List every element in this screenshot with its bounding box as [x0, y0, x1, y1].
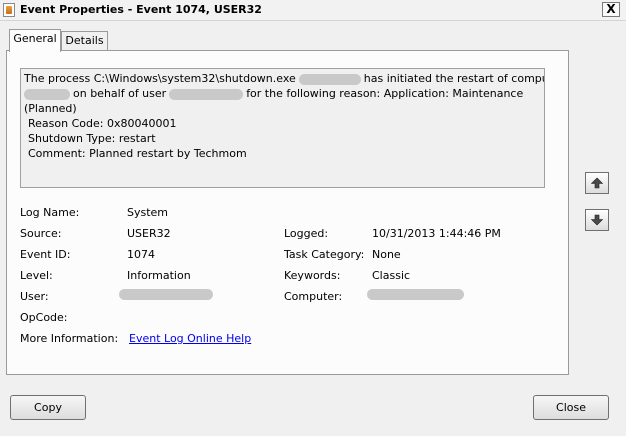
keywords-value: Classic — [372, 269, 411, 282]
description-line-3: (Planned) — [24, 102, 77, 115]
description-line-2: on behalf of user for the following reaso… — [24, 86, 541, 101]
description-text: on behalf of user — [73, 87, 167, 100]
tab-general[interactable]: General — [9, 29, 61, 52]
computer-label: Computer: — [284, 290, 343, 303]
window-title: Event Properties - Event 1074, USER32 — [20, 3, 262, 16]
description-text: has initiated the restart of computer — [363, 72, 545, 85]
level-label: Level: — [20, 269, 53, 282]
reason-code: Reason Code: 0x80040001 — [28, 117, 177, 130]
keywords-label: Keywords: — [284, 269, 341, 282]
title-bar: Event Properties - Event 1074, USER32 X — [0, 0, 626, 21]
user-label: User: — [20, 290, 49, 303]
redacted-text — [298, 73, 361, 85]
comment: Comment: Planned restart by Techmom — [28, 147, 247, 160]
close-button[interactable]: Close — [533, 395, 609, 420]
logged-value: 10/31/2013 1:44:46 PM — [372, 227, 501, 240]
opcode-label: OpCode: — [20, 311, 68, 324]
task-category-label: Task Category: — [284, 248, 365, 261]
event-log-online-help-link[interactable]: Event Log Online Help — [129, 332, 251, 345]
log-name-label: Log Name: — [20, 206, 80, 219]
source-value: USER32 — [127, 227, 171, 240]
task-category-value: None — [372, 248, 401, 261]
event-description: The process C:\Windows\system32\shutdown… — [20, 68, 545, 188]
description-text: for the following reason: Application: M… — [246, 87, 524, 100]
down-arrow-icon — [590, 214, 604, 226]
tab-details[interactable]: Details — [61, 31, 108, 51]
user-value-redacted — [119, 289, 213, 300]
event-id-value: 1074 — [127, 248, 155, 261]
computer-value-redacted — [367, 289, 464, 300]
redacted-text — [24, 88, 70, 100]
window-close-button[interactable]: X — [602, 2, 620, 17]
redacted-text — [169, 88, 244, 100]
description-line-1: The process C:\Windows\system32\shutdown… — [24, 71, 544, 86]
description-text: The process C:\Windows\system32\shutdown… — [24, 72, 296, 85]
previous-event-button[interactable] — [585, 172, 609, 194]
logged-label: Logged: — [284, 227, 329, 240]
next-event-button[interactable] — [585, 209, 609, 231]
level-value: Information — [127, 269, 191, 282]
shutdown-type: Shutdown Type: restart — [28, 132, 156, 145]
log-name-value: System — [127, 206, 169, 219]
event-viewer-icon — [3, 3, 15, 17]
source-label: Source: — [20, 227, 62, 240]
copy-button[interactable]: Copy — [10, 395, 86, 420]
up-arrow-icon — [590, 177, 604, 189]
more-information-label: More Information: — [20, 332, 119, 345]
event-id-label: Event ID: — [20, 248, 71, 261]
